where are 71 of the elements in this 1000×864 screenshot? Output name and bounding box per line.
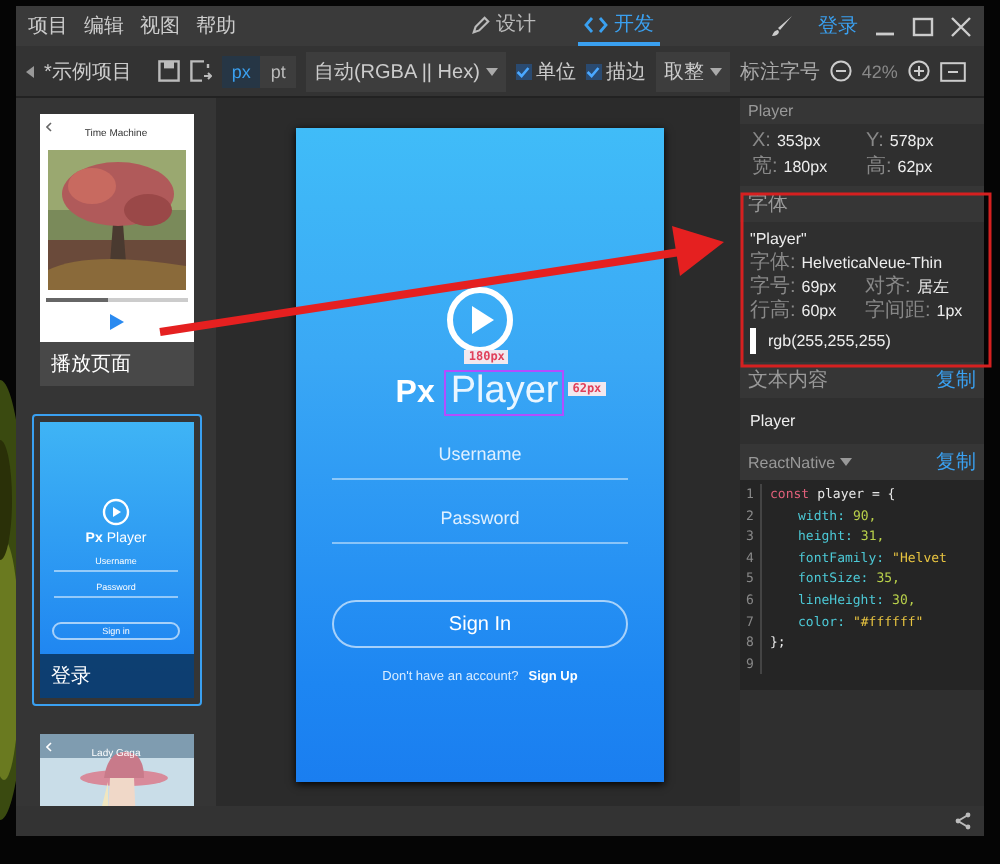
share-icon[interactable] [954, 812, 972, 830]
color-swatch [750, 328, 756, 354]
play-icon [102, 498, 130, 526]
property-label: 高: [866, 154, 892, 180]
play-icon[interactable] [109, 314, 123, 330]
section-title: 字体 [748, 192, 788, 218]
checkbox[interactable] [585, 63, 602, 79]
zoom-in-icon[interactable] [907, 60, 930, 82]
maximize-icon[interactable] [912, 15, 934, 37]
export-icon[interactable] [189, 60, 212, 82]
back-icon [45, 122, 51, 132]
rounding-dropdown[interactable]: 取整 [655, 51, 730, 91]
color-format-dropdown[interactable]: 自动(RGBA || Hex) [305, 51, 506, 91]
sign-in-button[interactable]: Sign In [332, 600, 628, 648]
language-dropdown[interactable]: ReactNative [748, 453, 852, 471]
property-label: 宽: [752, 154, 778, 180]
caret-icon [839, 458, 852, 466]
property-label: Y: [866, 128, 884, 154]
property-label: 字号: [750, 276, 796, 299]
color-value: rgb(255,255,255) [768, 329, 891, 353]
property-value: 180px [783, 156, 828, 180]
unit-toggle[interactable]: pt [260, 55, 296, 87]
project-name: *示例项目 [44, 59, 132, 85]
section-title: 文本内容 [748, 367, 828, 394]
property-value: 62px [897, 156, 933, 180]
caret-icon [485, 67, 498, 75]
property-value: 60px [801, 300, 837, 324]
text-preview: "Player" [750, 228, 809, 251]
page-label: 登录 [51, 664, 91, 690]
close-icon[interactable] [950, 15, 972, 37]
code-icon [584, 15, 608, 33]
pencil-icon [472, 15, 490, 33]
property-value: 353px [776, 130, 821, 154]
property-value: 居左 [916, 276, 949, 300]
zoom-level: 42% [861, 61, 898, 81]
property-label: 字间距: [865, 300, 931, 324]
layer-header: Player [740, 98, 984, 124]
password-field[interactable]: Password [332, 498, 628, 544]
checkbox-label: 单位 [535, 59, 576, 85]
fit-screen-icon[interactable] [939, 61, 966, 81]
property-label: 字体: [750, 252, 796, 275]
page-label: 播放页面 [51, 351, 131, 378]
caret-icon [709, 67, 722, 75]
checkbox[interactable] [515, 63, 532, 79]
property-value: HelveticaNeue-Thin [801, 252, 943, 275]
username-field[interactable]: Username [332, 434, 628, 480]
menu-item[interactable]: 编辑 [84, 12, 124, 40]
label-size-label: 标注字号 [739, 59, 820, 85]
text-content: Player [748, 410, 798, 434]
property-label: 行高: [750, 300, 796, 324]
menu-item[interactable]: 帮助 [196, 12, 236, 40]
back-icon [45, 742, 51, 752]
property-value: 578px [889, 130, 934, 154]
unit-toggle[interactable]: px [221, 55, 261, 87]
copy-link[interactable]: 复制 [936, 366, 976, 394]
checkbox-label: 描边 [605, 59, 646, 85]
menu-item[interactable]: 项目 [28, 12, 68, 40]
mode-tab[interactable]: 设计 [466, 6, 542, 46]
brush-icon[interactable] [770, 14, 794, 38]
property-label: 对齐: [865, 276, 911, 299]
copy-link[interactable]: 复制 [936, 448, 976, 476]
save-icon[interactable] [157, 60, 180, 82]
zoom-out-icon[interactable] [829, 60, 852, 82]
property-value: 69px [801, 276, 837, 300]
back-icon[interactable] [26, 65, 34, 77]
property-label: X: [752, 128, 771, 154]
play-icon [446, 286, 514, 354]
menu-item[interactable]: 视图 [140, 12, 180, 40]
login-link[interactable]: 登录 [818, 12, 858, 40]
property-value: 1px [936, 300, 963, 324]
app-name: Px [395, 376, 435, 412]
